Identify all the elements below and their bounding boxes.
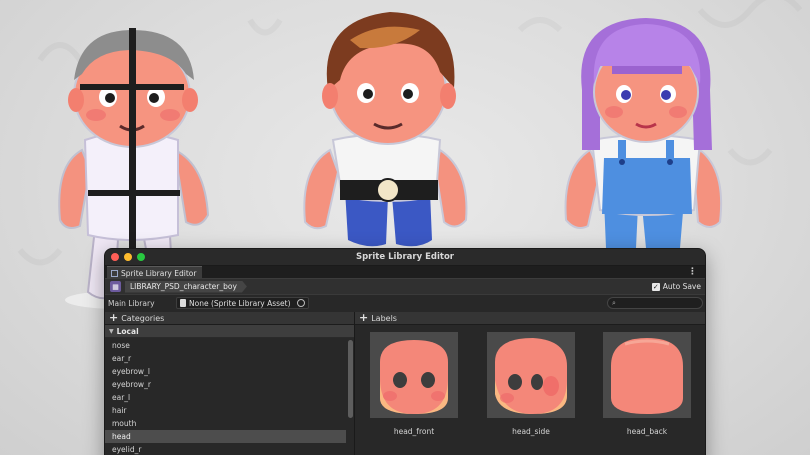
document-icon [180,299,186,307]
expand-triangle-icon[interactable]: ▼ [109,328,114,335]
category-item[interactable]: eyebrow_r [105,378,346,391]
object-picker-icon[interactable] [297,299,305,307]
head-front-sprite [370,332,458,418]
categories-title: Categories [121,314,164,323]
category-group-local[interactable]: ▼ Local [105,325,354,338]
sprite-library-asset-icon: ▦ [110,281,121,292]
category-scrollbar[interactable] [348,340,353,418]
categories-header: + Categories [105,312,354,325]
boy-character [304,12,466,246]
asset-toolbar: ▦ LIBRARY_PSD_character_boy ✓ Auto Save [105,279,705,295]
asset-breadcrumb[interactable]: LIBRARY_PSD_character_boy [125,281,247,293]
category-item[interactable]: nose [105,339,346,352]
sprite-thumbnail [370,332,458,418]
add-label-button[interactable]: + [359,313,368,323]
category-item[interactable]: eyebrow_l [105,365,346,378]
category-item[interactable]: ear_l [105,391,346,404]
category-list: nose ear_r eyebrow_l eyebrow_r ear_l hai… [105,339,346,455]
add-category-button[interactable]: + [109,313,118,323]
label-name: head_side [487,427,575,436]
label-card[interactable]: head_side [487,332,575,436]
labels-panel: + Labels hea [355,312,705,455]
category-item[interactable]: mouth [105,417,346,430]
girl-character [566,18,722,248]
sprite-library-editor-window: Sprite Library Editor Sprite Library Edi… [104,248,706,455]
label-name: head_back [603,427,691,436]
search-icon: ⌕ [612,299,616,308]
editor-panels: + Categories ▼ Local nose ear_r eyebrow_… [105,312,705,455]
label-name: head_front [370,427,458,436]
search-input[interactable]: ⌕ [607,297,703,309]
category-item[interactable]: ear_r [105,352,346,365]
sprite-library-icon [111,270,118,277]
category-item[interactable]: hair [105,404,346,417]
main-library-field[interactable]: None (Sprite Library Asset) [176,297,309,309]
auto-save-toggle[interactable]: ✓ Auto Save [652,282,701,291]
head-side-sprite [487,332,575,418]
tab-bar: Sprite Library Editor ⋮ [105,266,705,279]
auto-save-label: Auto Save [663,282,701,291]
window-titlebar: Sprite Library Editor [105,249,705,266]
category-group-label: Local [117,327,139,336]
auto-save-checkbox[interactable]: ✓ [652,283,660,291]
label-card[interactable]: head_front [370,332,458,436]
tab-sprite-library-editor[interactable]: Sprite Library Editor [107,266,202,279]
category-item[interactable]: eyelid_r [105,443,346,455]
window-title: Sprite Library Editor [105,252,705,262]
more-options-icon[interactable]: ⋮ [688,267,697,277]
main-library-value: None (Sprite Library Asset) [189,299,291,308]
sprite-thumbnail [487,332,575,418]
main-library-label: Main Library [108,299,176,308]
label-card[interactable]: head_back [603,332,691,436]
categories-panel: + Categories ▼ Local nose ear_r eyebrow_… [105,312,355,455]
main-library-row: Main Library None (Sprite Library Asset)… [105,295,705,311]
category-item-selected[interactable]: head [105,430,346,443]
tab-label: Sprite Library Editor [121,269,196,278]
sprite-thumbnail [603,332,691,418]
labels-title: Labels [371,314,397,323]
labels-header: + Labels [355,312,705,325]
head-back-sprite [603,332,691,418]
